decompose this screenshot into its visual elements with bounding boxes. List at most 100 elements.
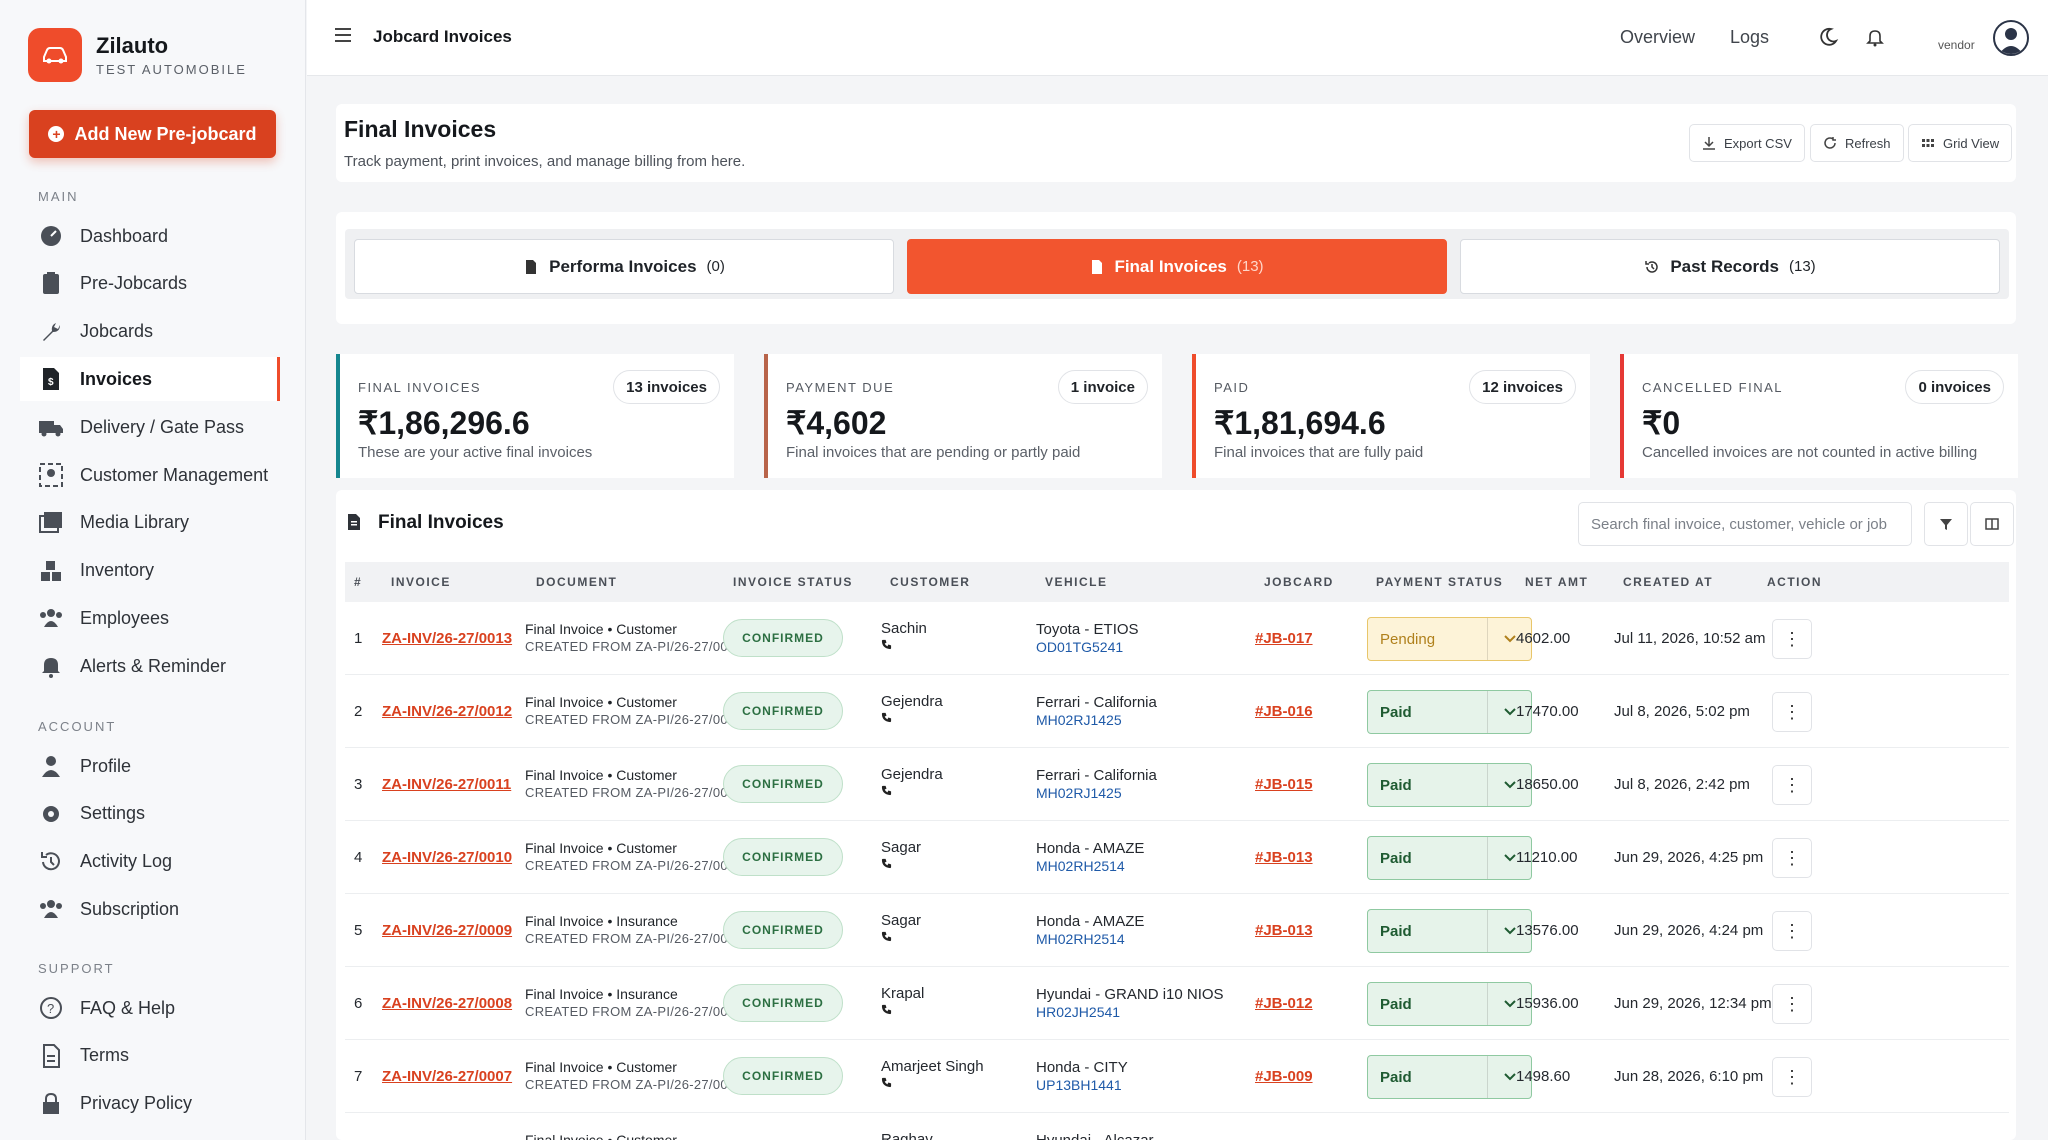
- more-actions-button[interactable]: ⋮: [1772, 838, 1812, 878]
- export-csv-button[interactable]: Export CSV: [1689, 124, 1805, 162]
- invoice-link[interactable]: ZA-INV/26-27/0013: [382, 630, 512, 647]
- invoice-link[interactable]: ZA-INV/26-27/0011: [382, 776, 511, 793]
- jobcard-link[interactable]: #JB-012: [1255, 995, 1313, 1012]
- phone-icon[interactable]: [881, 1076, 984, 1091]
- phone-icon[interactable]: [881, 857, 921, 872]
- sidebar-item-faq-help[interactable]: ? FAQ & Help: [20, 986, 280, 1030]
- refresh-button[interactable]: Refresh: [1810, 124, 1904, 162]
- dashboard-icon: [38, 223, 64, 249]
- sidebar-item-inventory[interactable]: Inventory: [20, 549, 280, 593]
- created-at: Jun 29, 2026, 12:34 pm: [1614, 995, 1772, 1012]
- document-icon: [348, 514, 360, 530]
- menu-icon[interactable]: [335, 28, 351, 42]
- invoice-link[interactable]: ZA-INV/26-27/0008: [382, 995, 512, 1012]
- more-actions-button[interactable]: ⋮: [1772, 1057, 1812, 1097]
- more-actions-button[interactable]: ⋮: [1772, 984, 1812, 1024]
- invoice-link[interactable]: ZA-INV/26-27/0012: [382, 703, 512, 720]
- column-header-customer[interactable]: CUSTOMER: [890, 575, 970, 589]
- column-header-net-amt[interactable]: NET AMT: [1525, 575, 1588, 589]
- sidebar-item-alerts-reminder[interactable]: Alerts & Reminder: [20, 644, 280, 688]
- payment-status-select[interactable]: Paid: [1367, 1055, 1532, 1099]
- sidebar-item-delivery-gate-pass[interactable]: Delivery / Gate Pass: [20, 405, 280, 449]
- phone-icon[interactable]: [881, 638, 927, 653]
- tab-past-records[interactable]: Past Records (13): [1460, 239, 2000, 294]
- more-actions-button[interactable]: ⋮: [1772, 619, 1812, 659]
- stat-label: PAYMENT DUE: [786, 380, 895, 395]
- invoice-link[interactable]: ZA-INV/26-27/0007: [382, 1068, 512, 1085]
- column-header-action[interactable]: ACTION: [1767, 575, 1822, 589]
- sidebar-item-subscription[interactable]: Subscription: [20, 887, 280, 931]
- sidebar-item-privacy-policy[interactable]: Privacy Policy: [20, 1082, 280, 1126]
- column-header-invoice-status[interactable]: INVOICE STATUS: [733, 575, 853, 589]
- column-header-document[interactable]: DOCUMENT: [536, 575, 617, 589]
- sidebar-item-invoices[interactable]: $ Invoices: [20, 357, 280, 402]
- column-header-created-at[interactable]: CREATED AT: [1623, 575, 1713, 589]
- sidebar-item-terms[interactable]: Terms: [20, 1034, 280, 1078]
- sidebar-item-dashboard[interactable]: Dashboard: [20, 214, 280, 258]
- payment-status-value: Paid: [1380, 703, 1412, 721]
- payment-status-select[interactable]: Paid: [1367, 690, 1532, 734]
- phone-icon[interactable]: [881, 784, 943, 799]
- sidebar-item-pre-jobcards[interactable]: Pre-Jobcards: [20, 262, 280, 306]
- jobcard-link[interactable]: #JB-009: [1255, 1068, 1313, 1085]
- bell-icon[interactable]: [1864, 26, 1886, 48]
- search-input[interactable]: [1578, 502, 1912, 546]
- stat-value: ₹1,86,296.6: [358, 405, 530, 441]
- jobcard-link[interactable]: #JB-013: [1255, 849, 1313, 866]
- tab-label: Final Invoices: [1114, 256, 1227, 276]
- sidebar-item-label: Inventory: [80, 560, 155, 581]
- sidebar-item-customer-management[interactable]: Customer Management: [20, 453, 280, 497]
- phone-icon[interactable]: [881, 711, 943, 726]
- row-index: 2: [354, 703, 363, 720]
- sidebar-item-settings[interactable]: Settings: [20, 792, 280, 836]
- column-header-vehicle[interactable]: VEHICLE: [1045, 575, 1108, 589]
- jobcard-link[interactable]: #JB-016: [1255, 703, 1313, 720]
- payment-status-select[interactable]: Paid: [1367, 909, 1532, 953]
- brand[interactable]: Zilauto TEST AUTOMOBILE: [28, 28, 247, 82]
- tab-performa-invoices[interactable]: Performa Invoices (0): [354, 239, 894, 294]
- kebab-icon: ⋮: [1783, 628, 1801, 649]
- moon-icon[interactable]: [1817, 26, 1839, 48]
- nav-section-main: MAIN: [38, 189, 79, 204]
- invoice-link[interactable]: ZA-INV/26-27/0009: [382, 922, 512, 939]
- column-header-invoice[interactable]: INVOICE: [391, 575, 451, 589]
- invoice-link[interactable]: ZA-INV/26-27/0010: [382, 849, 512, 866]
- avatar[interactable]: [1993, 20, 2029, 56]
- jobcard-link[interactable]: #JB-015: [1255, 776, 1313, 793]
- jobcard-link[interactable]: #JB-013: [1255, 922, 1313, 939]
- sidebar-item-media-library[interactable]: Media Library: [20, 501, 280, 545]
- more-actions-button[interactable]: ⋮: [1772, 911, 1812, 951]
- invoice-status-badge: CONFIRMED: [723, 838, 843, 876]
- sidebar-item-employees[interactable]: Employees: [20, 596, 280, 640]
- sidebar-item-jobcards[interactable]: Jobcards: [20, 310, 280, 354]
- column-header-jobcard[interactable]: JOBCARD: [1264, 575, 1334, 589]
- payment-status-select[interactable]: Paid: [1367, 982, 1532, 1026]
- add-pre-jobcard-button[interactable]: + Add New Pre-jobcard: [29, 110, 276, 158]
- phone-icon[interactable]: [881, 1003, 924, 1018]
- logs-link[interactable]: Logs: [1730, 27, 1769, 48]
- sidebar-item-activity-log[interactable]: Activity Log: [20, 840, 280, 884]
- more-actions-button[interactable]: ⋮: [1772, 692, 1812, 732]
- sidebar-item-profile[interactable]: Profile: [20, 744, 280, 788]
- invoices-icon: $: [38, 366, 64, 392]
- column-header-payment-status[interactable]: PAYMENT STATUS: [1376, 575, 1503, 589]
- plus-icon: +: [48, 126, 65, 142]
- customer-cell: Sagar: [881, 912, 921, 945]
- payment-status-select[interactable]: Pending: [1367, 617, 1532, 661]
- grid-view-button[interactable]: Grid View: [1908, 124, 2013, 162]
- column-header-index[interactable]: #: [354, 575, 362, 589]
- document-cell: Final Invoice • Customer CREATED FROM ZA-…: [525, 621, 743, 654]
- jobcard-link[interactable]: #JB-017: [1255, 630, 1313, 647]
- phone-icon[interactable]: [881, 930, 921, 945]
- invoice-status-badge: CONFIRMED: [723, 765, 843, 803]
- table-row: 3 ZA-INV/26-27/0011 Final Invoice • Custom…: [345, 748, 2009, 821]
- payment-status-select[interactable]: Paid: [1367, 836, 1532, 880]
- tab-final-invoices[interactable]: Final Invoices (13): [907, 239, 1447, 294]
- history-icon: [1645, 260, 1659, 273]
- overview-link[interactable]: Overview: [1620, 27, 1695, 48]
- columns-button[interactable]: [1970, 502, 2014, 546]
- payment-status-select[interactable]: Paid: [1367, 763, 1532, 807]
- more-actions-button[interactable]: ⋮: [1772, 765, 1812, 805]
- filter-button[interactable]: [1924, 502, 1968, 546]
- svg-text:?: ?: [47, 1001, 54, 1016]
